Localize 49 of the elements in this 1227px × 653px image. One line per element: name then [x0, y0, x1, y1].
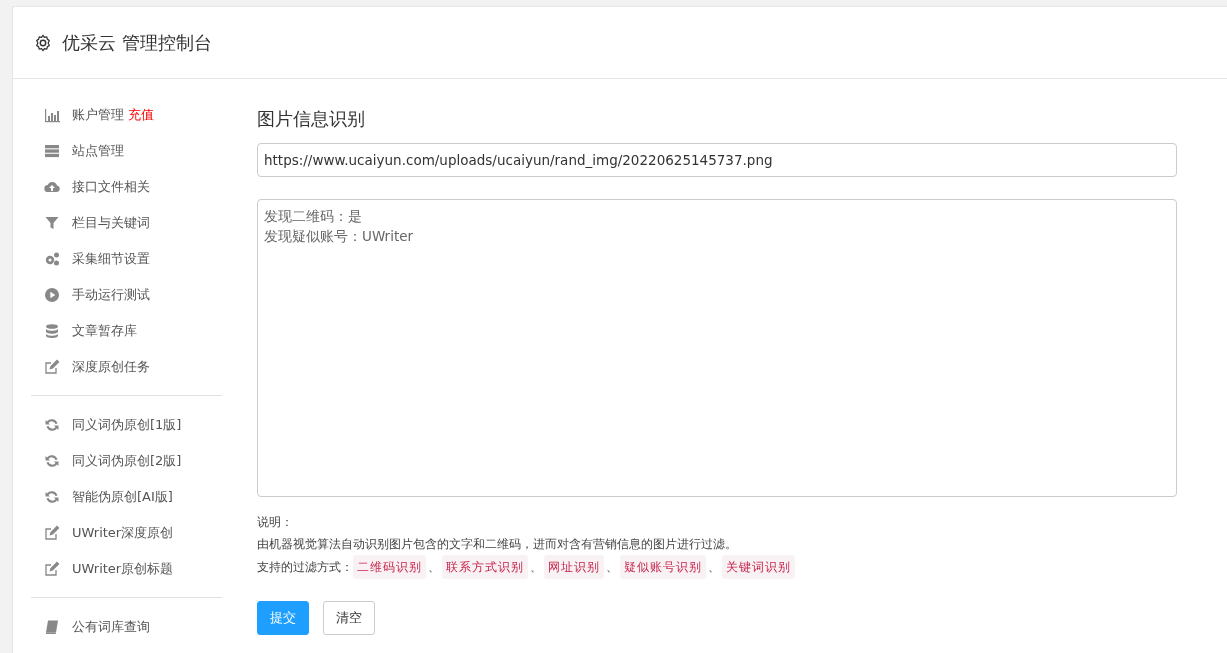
separator-text: 、 [605, 559, 619, 576]
separator-text: 、 [427, 559, 441, 576]
database-icon [44, 323, 60, 339]
separator-text: 、 [529, 559, 543, 576]
clear-button[interactable]: 清空 [323, 601, 375, 635]
filter-tag: 关键词识别 [722, 555, 795, 579]
sidebar-item[interactable]: 站点管理 [72, 142, 124, 160]
recharge-link[interactable]: 充值 [128, 106, 154, 124]
sidebar-item[interactable]: 栏目与关键词 [72, 214, 150, 232]
cloud-upload-icon [44, 179, 60, 195]
bar-chart-icon [44, 107, 60, 123]
result-text-area[interactable]: 发现二维码：是 发现疑似账号：UWriter [257, 199, 1177, 497]
sidebar-item[interactable]: 同义词伪原创[2版] [72, 452, 182, 470]
sidebar-item[interactable]: UWriter原创标题 [72, 560, 174, 578]
sidebar-item[interactable]: 同义词伪原创[1版] [72, 416, 182, 434]
edit-icon [44, 561, 60, 577]
edit-icon [44, 525, 60, 541]
notes-text: 由机器视觉算法自动识别图片包含的文字和二维码，进而对含有营销信息的图片进行过滤。 [257, 536, 738, 553]
refresh-icon [44, 489, 60, 505]
refresh-icon [44, 453, 60, 469]
filter-tag: 疑似账号识别 [620, 555, 706, 579]
sidebar-item[interactable]: 智能伪原创[AI版] [72, 488, 173, 506]
filter-tag: 联系方式识别 [442, 555, 528, 579]
sidebar-item[interactable]: UWriter深度原创 [72, 524, 174, 542]
edit-icon [44, 359, 60, 375]
refresh-icon [44, 417, 60, 433]
sidebar-item[interactable]: 采集细节设置 [72, 250, 150, 268]
filter-tag: 二维码识别 [353, 555, 426, 579]
sidebar-item[interactable]: 深度原创任务 [72, 358, 150, 376]
result-line: 发现二维码：是 [264, 207, 363, 226]
separator-text: 、 [707, 559, 721, 576]
sidebar-item[interactable]: 公有词库查询 [72, 618, 150, 636]
play-icon [44, 287, 60, 303]
sidebar-item[interactable]: 文章暂存库 [72, 322, 137, 340]
sidebar-item[interactable]: 手动运行测试 [72, 286, 150, 304]
sidebar-item[interactable]: 账户管理 [72, 106, 124, 124]
result-line: 发现疑似账号：UWriter [264, 227, 415, 246]
url-input-field[interactable]: https://www.ucaiyun.com/uploads/ucaiyun/rand_img/20220625145737.png [257, 143, 1177, 177]
filter-tag: 网址识别 [544, 555, 604, 579]
settings-icon [34, 33, 52, 52]
server-icon [44, 143, 60, 159]
book-icon [44, 619, 60, 635]
sidebar-item[interactable]: 接口文件相关 [72, 178, 150, 196]
filter-icon [44, 215, 60, 231]
section-heading: 图片信息识别 [257, 107, 366, 131]
console-title: 优采云 管理控制台 [62, 30, 212, 55]
gears-icon [44, 251, 60, 267]
filters-label: 支持的过滤方式： [257, 559, 353, 576]
notes-label: 说明： [257, 514, 294, 531]
